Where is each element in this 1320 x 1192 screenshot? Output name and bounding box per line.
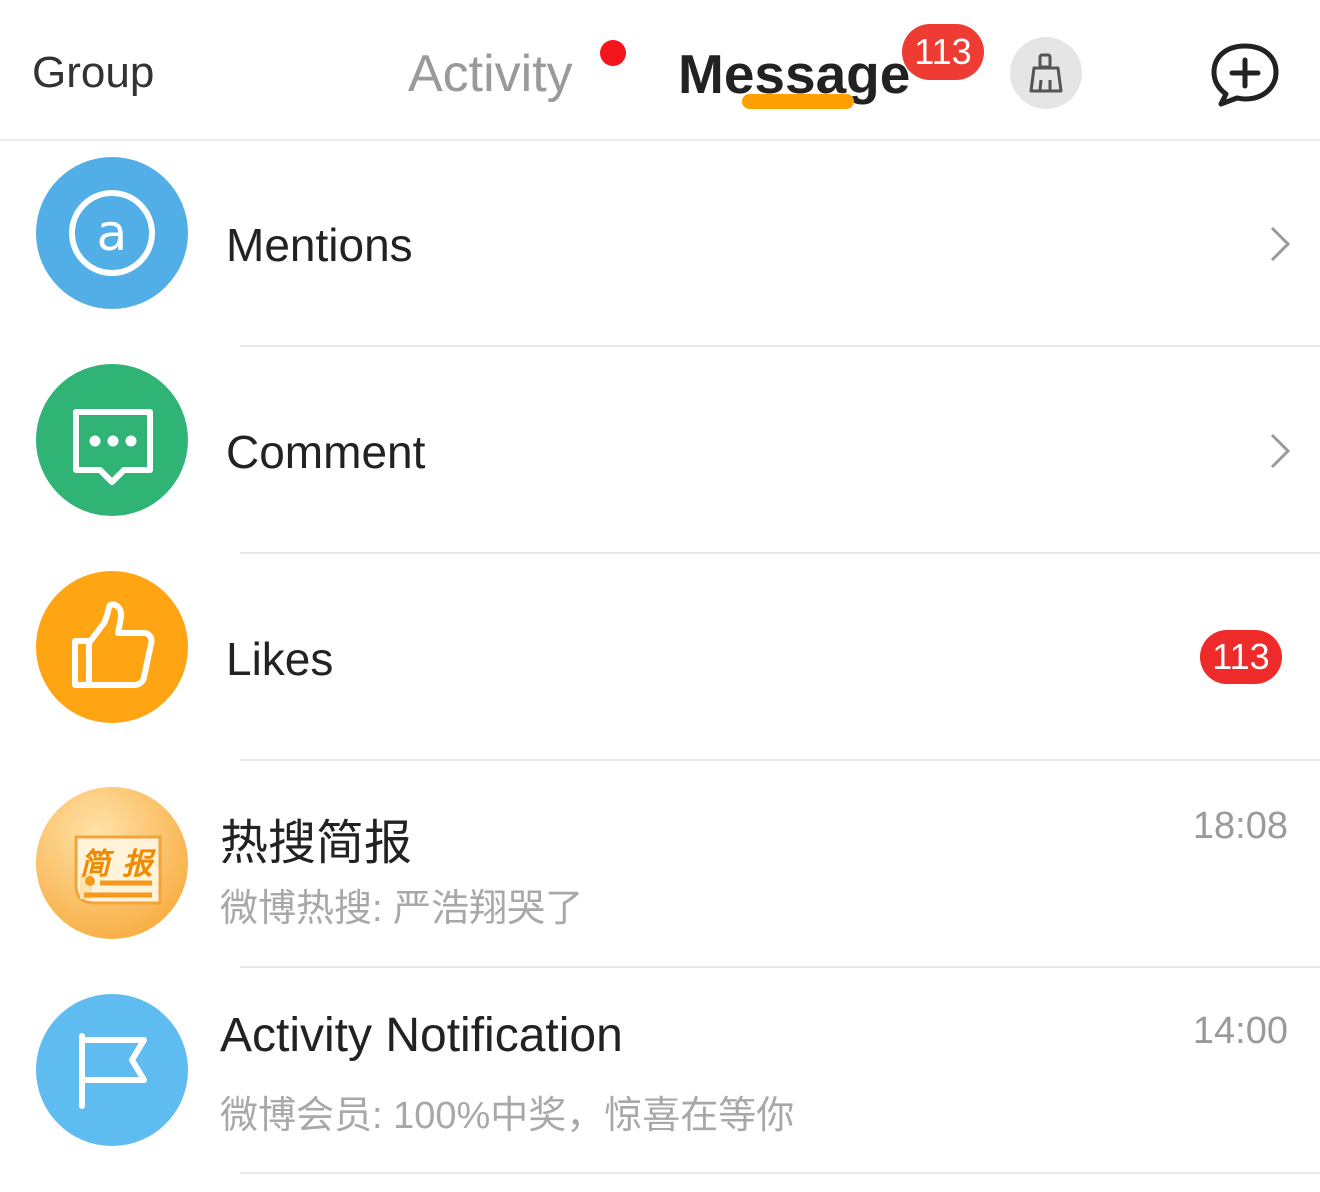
active-tab-indicator bbox=[742, 94, 854, 109]
activity-notification-title: Activity Notification bbox=[220, 1009, 623, 1062]
tab-group[interactable]: Group bbox=[32, 48, 154, 98]
list-item-hot-search-brief[interactable]: 简 报 热搜简报 微博热搜: 严浩翔哭了 18:08 bbox=[0, 761, 1320, 968]
list-item-mentions[interactable]: a Mentions bbox=[0, 140, 1320, 347]
add-chat-icon bbox=[1211, 43, 1279, 107]
chevron-right-icon bbox=[1270, 226, 1291, 262]
tab-activity[interactable]: Activity bbox=[408, 44, 573, 104]
list-item-comment[interactable]: Comment bbox=[0, 347, 1320, 554]
brief-icon-text: 简 报 bbox=[80, 848, 155, 881]
clear-unread-button[interactable] bbox=[1010, 37, 1082, 109]
top-nav-bar: Group Activity Message 113 bbox=[0, 0, 1320, 141]
list-item-activity-notification[interactable]: Activity Notification 微博会员: 100%中奖，惊喜在等你… bbox=[0, 968, 1320, 1175]
svg-text:a: a bbox=[97, 204, 128, 262]
hot-search-time: 18:08 bbox=[1192, 805, 1288, 847]
thumbs-up-icon bbox=[72, 601, 155, 688]
comment-avatar bbox=[36, 364, 188, 516]
comment-label: Comment bbox=[226, 426, 426, 478]
comment-icon bbox=[73, 409, 153, 485]
flag-icon bbox=[79, 1033, 147, 1109]
likes-count-badge: 113 bbox=[1200, 630, 1282, 684]
activity-notification-preview: 微博会员: 100%中奖，惊喜在等你 bbox=[220, 1095, 795, 1137]
chevron-right-icon bbox=[1270, 433, 1291, 469]
brief-avatar: 简 报 bbox=[36, 787, 188, 939]
list-item-likes[interactable]: Likes 113 bbox=[0, 554, 1320, 761]
likes-avatar bbox=[36, 571, 188, 723]
activity-notification-avatar bbox=[36, 994, 188, 1146]
activity-unread-dot bbox=[600, 40, 626, 66]
mentions-avatar: a bbox=[36, 157, 188, 309]
hot-search-title: 热搜简报 bbox=[220, 817, 413, 870]
at-icon: a bbox=[69, 190, 155, 276]
broom-icon bbox=[1029, 53, 1063, 93]
activity-notification-time: 14:00 bbox=[1192, 1010, 1288, 1052]
mentions-label: Mentions bbox=[226, 219, 413, 271]
divider bbox=[240, 1172, 1320, 1174]
likes-label: Likes bbox=[226, 633, 334, 685]
hot-search-preview: 微博热搜: 严浩翔哭了 bbox=[220, 888, 584, 930]
message-count-badge: 113 bbox=[902, 24, 984, 80]
new-chat-button[interactable] bbox=[1206, 40, 1284, 110]
